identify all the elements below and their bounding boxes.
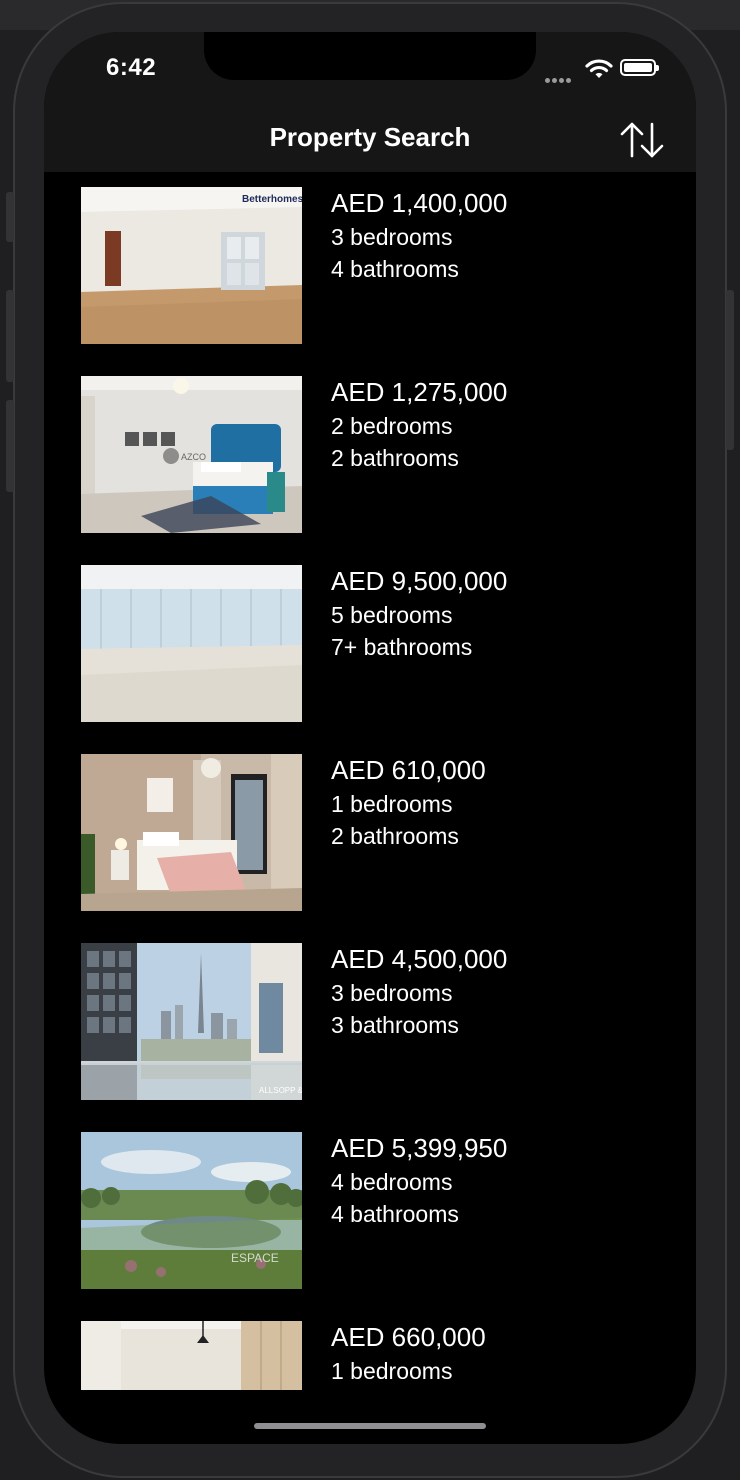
photo-watermark: Betterhomes. — [242, 194, 302, 205]
property-price: AED 610,000 — [331, 755, 486, 785]
property-price: AED 660,000 — [331, 1322, 486, 1352]
property-price: AED 9,500,000 — [331, 566, 508, 596]
status-bar: 6:42 — [44, 32, 696, 112]
cellular-signal-icon — [545, 70, 577, 83]
property-bedrooms: 1 bedrooms — [331, 791, 453, 817]
mute-switch — [6, 192, 14, 242]
property-price: AED 1,400,000 — [331, 188, 508, 218]
power-button — [726, 290, 734, 450]
property-photo: ALLSOPP & ALLSOPP — [81, 943, 302, 1100]
property-bathrooms: 3 bathrooms — [331, 1012, 459, 1038]
property-bathrooms: 7+ bathrooms — [331, 634, 473, 660]
property-list-item[interactable]: ESPACE AED 5,399,950 4 bedrooms 4 bathro… — [44, 1117, 696, 1306]
property-bedrooms: 4 bedrooms — [331, 1169, 453, 1195]
navigation-bar: Property Search — [44, 112, 696, 172]
property-price: AED 5,399,950 — [331, 1133, 508, 1163]
property-price: AED 4,500,000 — [331, 944, 508, 974]
phone-screen: 6:42 Property Search Betterhomes. AED 1,… — [44, 32, 696, 1444]
property-bedrooms: 2 bedrooms — [331, 413, 453, 439]
page-title: Property Search — [269, 122, 471, 152]
volume-down-button — [6, 400, 14, 492]
sort-arrows-icon — [620, 122, 664, 158]
notch — [204, 32, 536, 80]
property-list[interactable]: Betterhomes. AED 1,400,000 3 bedrooms 4 … — [44, 172, 696, 1444]
property-bedrooms: 1 bedrooms — [331, 1358, 453, 1384]
sort-button[interactable] — [616, 116, 668, 162]
wifi-icon — [585, 59, 613, 78]
photo-watermark: ESPACE — [231, 1251, 279, 1265]
property-list-item[interactable]: AZCO AED 1,275,000 2 bedrooms 2 bathroom… — [44, 361, 696, 550]
photo-watermark: ALLSOPP & ALLSOPP — [259, 1086, 302, 1095]
property-bedrooms: 3 bedrooms — [331, 980, 453, 1006]
property-bedrooms: 5 bedrooms — [331, 602, 453, 628]
property-price: AED 1,275,000 — [331, 377, 508, 407]
property-bathrooms: 4 bathrooms — [331, 256, 459, 282]
property-bathrooms: 4 bathrooms — [331, 1201, 459, 1227]
property-photo: ESPACE — [81, 1132, 302, 1289]
property-bathrooms: 2 bathrooms — [331, 445, 459, 471]
property-list-item[interactable]: ALLSOPP & ALLSOPP AED 4,500,000 3 bedroo… — [44, 928, 696, 1117]
property-photo — [81, 754, 302, 911]
status-time: 6:42 — [106, 54, 157, 81]
home-indicator[interactable] — [254, 1423, 486, 1429]
photo-watermark: AZCO — [181, 452, 206, 462]
property-list-item[interactable]: AED 9,500,000 5 bedrooms 7+ bathrooms — [44, 550, 696, 739]
property-photo — [81, 1321, 302, 1390]
property-list-item[interactable]: AED 610,000 1 bedrooms 2 bathrooms — [44, 739, 696, 928]
property-photo: AZCO — [81, 376, 302, 533]
battery-icon — [620, 59, 659, 76]
property-bathrooms: 2 bathrooms — [331, 823, 459, 849]
property-photo — [81, 565, 302, 722]
volume-up-button — [6, 290, 14, 382]
property-list-item[interactable]: Betterhomes. AED 1,400,000 3 bedrooms 4 … — [44, 172, 696, 361]
property-bedrooms: 3 bedrooms — [331, 224, 453, 250]
property-photo: Betterhomes. — [81, 187, 302, 344]
